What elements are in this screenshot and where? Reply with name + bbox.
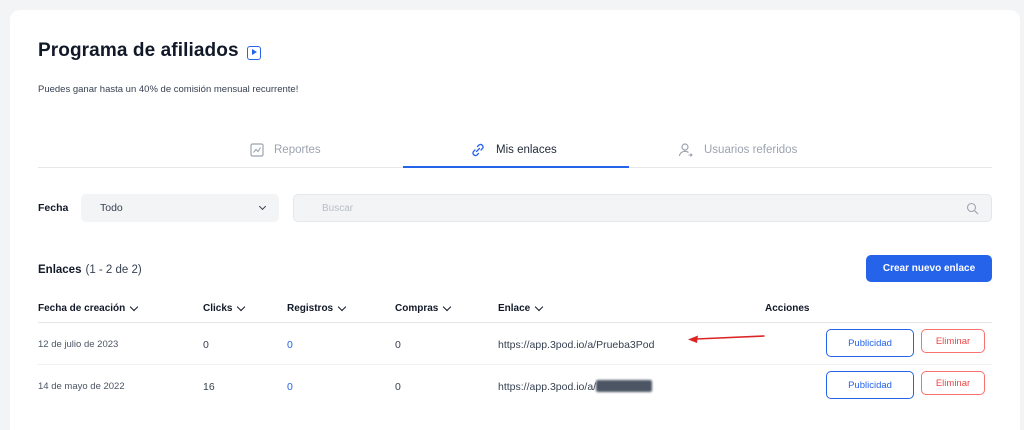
- cell-compras: 0: [395, 339, 401, 351]
- header-registros[interactable]: Registros: [287, 302, 347, 314]
- chevron-down-icon: [258, 202, 267, 210]
- header-acciones: Acciones: [765, 303, 809, 314]
- search-icon[interactable]: [966, 202, 979, 215]
- page-title: Programa de afiliados: [38, 40, 239, 61]
- tab-usuarios-referidos-label: Usuarios referidos: [704, 144, 798, 156]
- header-compras-label: Compras: [395, 303, 439, 314]
- tab-reportes[interactable]: Reportes: [250, 132, 321, 168]
- page-header: Programa de afiliados: [38, 40, 261, 62]
- header-enlace[interactable]: Enlace: [498, 302, 544, 314]
- links-title-label: Enlaces: [38, 264, 82, 276]
- header-created[interactable]: Fecha de creación: [38, 302, 139, 314]
- user-referral-icon: [678, 143, 693, 157]
- header-clicks-label: Clicks: [203, 303, 233, 314]
- filter-bar: Fecha Todo: [38, 194, 992, 222]
- header-created-label: Fecha de creación: [38, 303, 126, 314]
- redacted-block: [596, 380, 653, 393]
- chevron-down-icon: [237, 302, 246, 311]
- cell-created: 14 de mayo de 2022: [38, 381, 125, 392]
- header-enlace-label: Enlace: [498, 303, 531, 314]
- publicidad-button[interactable]: Publicidad: [826, 371, 914, 399]
- tab-bar: Reportes Mis enlaces Usuarios referidos: [38, 132, 992, 168]
- chevron-down-icon: [443, 302, 452, 311]
- cell-created: 12 de julio de 2023: [38, 339, 119, 350]
- table-row: 12 de julio de 2023 0 0 0 https://app.3p…: [38, 323, 992, 365]
- header-clicks[interactable]: Clicks: [203, 302, 246, 314]
- cell-clicks: 16: [203, 381, 215, 393]
- cell-enlace[interactable]: https://app.3pod.io/a/: [498, 380, 653, 393]
- header-compras[interactable]: Compras: [395, 302, 452, 314]
- chevron-down-icon: [337, 302, 347, 311]
- chevron-down-icon: [130, 302, 139, 311]
- affiliate-card: Programa de afiliados Puedes ganar hasta…: [10, 10, 1020, 430]
- play-square-icon[interactable]: [246, 45, 261, 60]
- cell-registros[interactable]: 0: [287, 339, 293, 351]
- date-filter-label: Fecha: [38, 202, 69, 214]
- cell-clicks: 0: [203, 339, 209, 351]
- active-tab-indicator: [403, 166, 629, 168]
- date-filter-select[interactable]: Todo: [81, 194, 279, 222]
- header-registros-label: Registros: [287, 303, 334, 314]
- publicidad-button[interactable]: Publicidad: [826, 329, 914, 357]
- page-subtitle: Puedes ganar hasta un 40% de comisión me…: [38, 84, 299, 95]
- tab-reportes-label: Reportes: [274, 144, 321, 156]
- links-section-header: Enlaces (1 - 2 de 2) Crear nuevo enlace: [38, 255, 992, 283]
- eliminar-button[interactable]: Eliminar: [921, 329, 985, 353]
- tab-mis-enlaces-label: Mis enlaces: [496, 144, 557, 156]
- chart-report-icon: [250, 143, 264, 157]
- header-acciones-label: Acciones: [765, 303, 810, 314]
- link-icon: [472, 143, 484, 157]
- tab-usuarios-referidos[interactable]: Usuarios referidos: [678, 132, 797, 168]
- cell-registros[interactable]: 0: [287, 381, 293, 393]
- cell-compras: 0: [395, 381, 401, 393]
- create-link-button[interactable]: Crear nuevo enlace: [866, 255, 992, 282]
- tab-mis-enlaces[interactable]: Mis enlaces: [470, 132, 557, 168]
- search-input[interactable]: [322, 202, 922, 214]
- eliminar-button[interactable]: Eliminar: [921, 371, 985, 395]
- chevron-down-icon: [535, 302, 544, 311]
- cell-enlace[interactable]: https://app.3pod.io/a/Prueba3Pod: [498, 339, 654, 351]
- links-count: (1 - 2 de 2): [85, 264, 142, 276]
- search-box[interactable]: [293, 194, 992, 222]
- annotation-arrow-icon: [688, 335, 765, 343]
- table-header: Fecha de creación Clicks Registros Compr…: [38, 297, 992, 323]
- cell-enlace-text: https://app.3pod.io/a/: [498, 381, 597, 393]
- links-table: Fecha de creación Clicks Registros Compr…: [38, 297, 992, 407]
- table-row: 14 de mayo de 2022 16 0 0 https://app.3p…: [38, 365, 992, 407]
- links-title: Enlaces (1 - 2 de 2): [38, 264, 142, 276]
- date-filter-value: Todo: [100, 202, 123, 214]
